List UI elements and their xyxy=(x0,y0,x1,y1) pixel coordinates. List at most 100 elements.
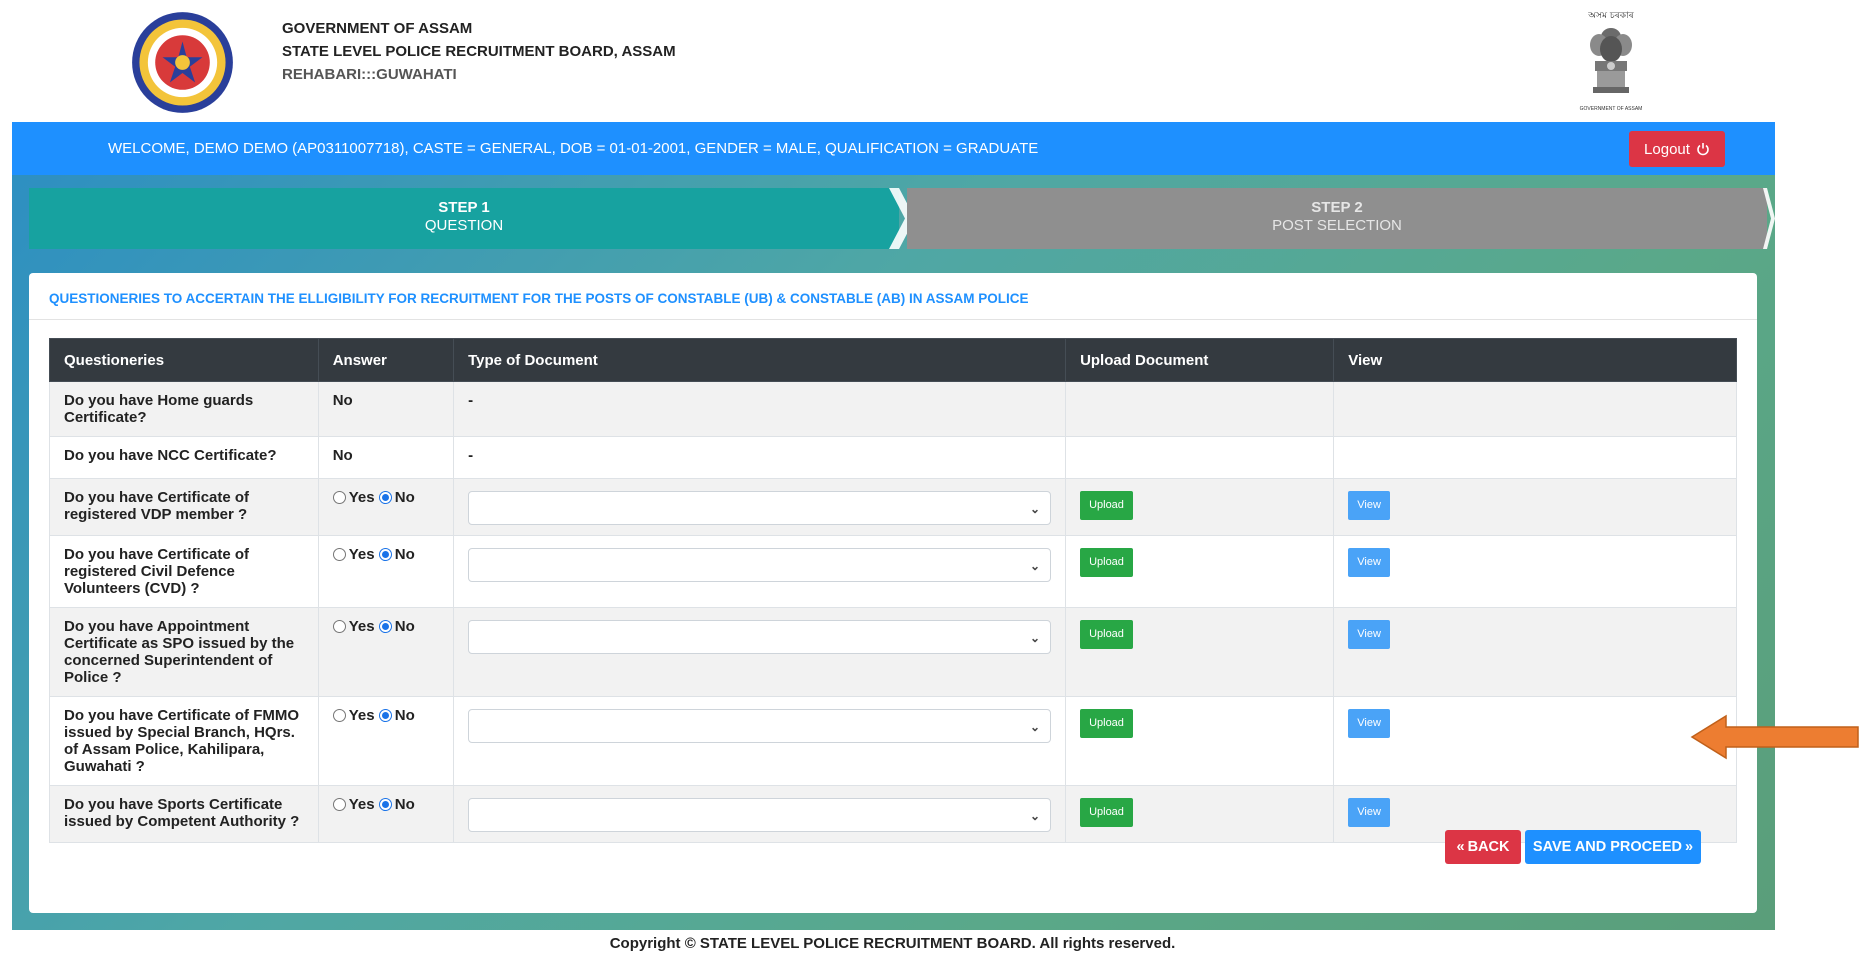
view-button[interactable]: View xyxy=(1348,620,1390,649)
radio-yes[interactable]: Yes xyxy=(332,489,375,506)
upload-cell xyxy=(1065,436,1335,479)
radio-no[interactable]: No xyxy=(378,796,415,813)
document-type-select[interactable]: ⌄ xyxy=(468,798,1052,832)
document-cell: ⌄ xyxy=(453,785,1067,843)
logout-label: Logout xyxy=(1644,140,1690,158)
emblem-bottom-text: GOVERNMENT OF ASSAM xyxy=(1579,106,1643,112)
document-cell: ⌄ xyxy=(453,535,1067,608)
question-text: Do you have Certificate of registered VD… xyxy=(49,478,319,536)
header-questioneries: Questioneries xyxy=(49,338,319,382)
step-2-subtitle: POST SELECTION xyxy=(1272,217,1402,234)
upload-cell: Upload xyxy=(1065,785,1335,843)
radio-yes-label: Yes xyxy=(348,546,375,563)
radio-no[interactable]: No xyxy=(378,707,415,724)
answer-cell: Yes No xyxy=(317,478,455,536)
view-cell: View xyxy=(1333,478,1737,536)
upload-cell: Upload xyxy=(1065,535,1335,608)
view-cell xyxy=(1333,381,1737,437)
step-1[interactable]: STEP 1 QUESTION xyxy=(29,188,899,249)
answer-text: No xyxy=(317,436,455,479)
radio-yes[interactable]: Yes xyxy=(332,618,375,635)
back-button[interactable]: « BACK xyxy=(1445,830,1521,864)
table-row: Do you have NCC Certificate? No - xyxy=(49,436,1737,479)
view-cell xyxy=(1333,436,1737,479)
upload-button[interactable]: Upload xyxy=(1080,620,1133,649)
radio-circle-checked[interactable] xyxy=(378,491,392,504)
logout-button[interactable]: Logout xyxy=(1629,131,1725,167)
radio-no-label: No xyxy=(394,796,415,813)
radio-circle[interactable] xyxy=(332,548,346,561)
view-button[interactable]: View xyxy=(1348,548,1390,577)
upload-button[interactable]: Upload xyxy=(1080,709,1133,738)
radio-no-label: No xyxy=(394,707,415,724)
radio-yes[interactable]: Yes xyxy=(332,546,375,563)
assam-police-logo xyxy=(132,12,233,113)
org-line-1: GOVERNMENT OF ASSAM xyxy=(282,20,473,37)
answer-cell: Yes No xyxy=(317,696,455,786)
document-cell: ⌄ xyxy=(453,696,1067,786)
header-answer: Answer xyxy=(317,338,455,382)
radio-yes[interactable]: Yes xyxy=(332,796,375,813)
view-button[interactable]: View xyxy=(1348,491,1390,520)
step-1-title: STEP 1 xyxy=(438,199,490,216)
radio-circle-checked[interactable] xyxy=(378,709,392,722)
radio-circle[interactable] xyxy=(332,709,346,722)
upload-button[interactable]: Upload xyxy=(1080,548,1133,577)
answer-cell: Yes No xyxy=(317,785,455,843)
radio-no[interactable]: No xyxy=(378,618,415,635)
question-text: Do you have Appointment Certificate as S… xyxy=(49,607,319,697)
table-row: Do you have Appointment Certificate as S… xyxy=(49,607,1737,697)
footer-copyright: Copyright © STATE LEVEL POLICE RECRUITME… xyxy=(609,935,1176,952)
emblem-top-text: অসম চৰকাৰ xyxy=(1588,11,1634,21)
radio-circle-checked[interactable] xyxy=(378,620,392,633)
view-cell: View xyxy=(1333,535,1737,608)
back-label: BACK xyxy=(1467,839,1510,855)
upload-button[interactable]: Upload xyxy=(1080,798,1133,827)
radio-no-label: No xyxy=(394,546,415,563)
radio-no[interactable]: No xyxy=(378,489,415,506)
question-text: Do you have Certificate of FMMO issued b… xyxy=(49,696,319,786)
questionnaire-card: QUESTIONERIES TO ACCERTAIN THE ELLIGIBIL… xyxy=(29,273,1757,913)
radio-circle-checked[interactable] xyxy=(378,548,392,561)
view-cell: View xyxy=(1333,607,1737,697)
document-type-select[interactable]: ⌄ xyxy=(468,548,1052,582)
radio-no-label: No xyxy=(394,618,415,635)
radio-no[interactable]: No xyxy=(378,546,415,563)
card-title: QUESTIONERIES TO ACCERTAIN THE ELLIGIBIL… xyxy=(49,291,1029,306)
radio-yes[interactable]: Yes xyxy=(332,707,375,724)
save-and-proceed-button[interactable]: SAVE AND PROCEED » xyxy=(1525,830,1701,864)
header-type-of-document: Type of Document xyxy=(453,338,1067,382)
answer-cell: Yes No xyxy=(317,607,455,697)
document-text: - xyxy=(453,436,1067,479)
radio-circle[interactable] xyxy=(332,491,346,504)
step-end-icon xyxy=(1763,188,1775,249)
card-divider xyxy=(29,319,1757,320)
document-type-select[interactable]: ⌄ xyxy=(468,709,1052,743)
step-2[interactable]: STEP 2 POST SELECTION xyxy=(907,188,1767,249)
radio-circle-checked[interactable] xyxy=(378,798,392,811)
radio-yes-label: Yes xyxy=(348,796,375,813)
org-line-2: STATE LEVEL POLICE RECRUITMENT BOARD, AS… xyxy=(282,43,676,60)
upload-button[interactable]: Upload xyxy=(1080,491,1133,520)
pointer-arrow-icon xyxy=(1690,714,1859,760)
questionnaire-table: Questioneries Answer Type of Document Up… xyxy=(49,338,1737,843)
document-text: - xyxy=(453,381,1067,437)
view-button[interactable]: View xyxy=(1348,798,1390,827)
document-type-select[interactable]: ⌄ xyxy=(468,620,1052,654)
double-chevron-left-icon: « xyxy=(1456,839,1465,855)
radio-no-label: No xyxy=(394,489,415,506)
radio-yes-label: Yes xyxy=(348,707,375,724)
upload-cell: Upload xyxy=(1065,696,1335,786)
radio-circle[interactable] xyxy=(332,620,346,633)
table-row: Do you have Certificate of registered VD… xyxy=(49,478,1737,536)
organization-title: GOVERNMENT OF ASSAM STATE LEVEL POLICE R… xyxy=(282,17,676,86)
chevron-down-icon: ⌄ xyxy=(1030,502,1041,516)
view-button[interactable]: View xyxy=(1348,709,1390,738)
save-label: SAVE AND PROCEED xyxy=(1532,839,1682,855)
document-cell: ⌄ xyxy=(453,478,1067,536)
document-type-select[interactable]: ⌄ xyxy=(468,491,1052,525)
chevron-down-icon: ⌄ xyxy=(1030,720,1041,734)
radio-circle[interactable] xyxy=(332,798,346,811)
radio-yes-label: Yes xyxy=(348,618,375,635)
radio-yes-label: Yes xyxy=(348,489,375,506)
